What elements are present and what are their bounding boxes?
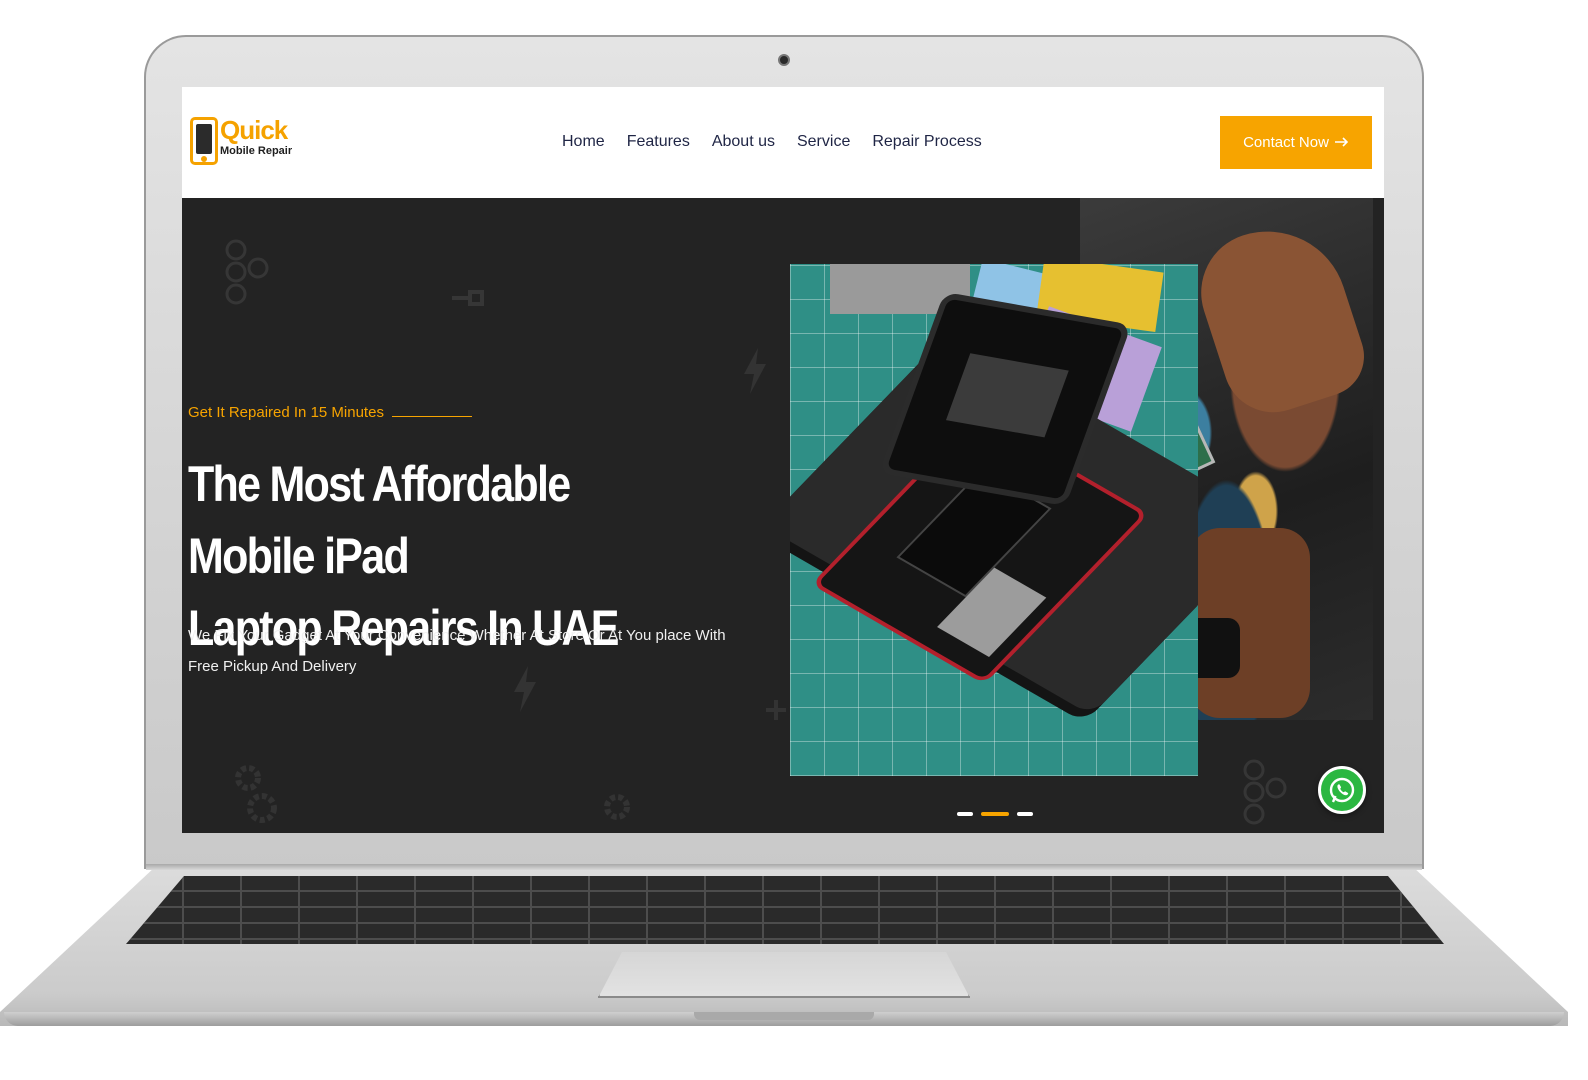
- brand-tagline: Mobile Repair: [220, 145, 293, 157]
- hero-title-line-1: The Most Affordable Mobile iPad: [188, 456, 571, 584]
- whatsapp-icon: [1329, 777, 1355, 803]
- hexagon-nut-icon: [1243, 759, 1287, 825]
- contact-now-label: Contact Now: [1243, 134, 1329, 151]
- webcam: [778, 54, 790, 66]
- main-nav: Home Features About us Service Repair Pr…: [562, 131, 982, 153]
- hero-eyebrow: Get It Repaired In 15 Minutes: [188, 404, 472, 421]
- slider-dots: [957, 812, 1033, 816]
- hero-section: Get It Repaired In 15 Minutes The Most A…: [182, 198, 1384, 833]
- hexagon-nut-icon: [225, 239, 269, 305]
- trackpad-edge: [598, 996, 970, 998]
- nav-features[interactable]: Features: [627, 131, 690, 153]
- nav-about-us[interactable]: About us: [712, 131, 775, 153]
- brand-name: Quick: [220, 115, 288, 145]
- laptop-trackpad: [598, 952, 970, 998]
- arrow-right-icon: [1334, 134, 1349, 151]
- gear-icon: [604, 794, 630, 820]
- lid-hinge-shadow: [146, 864, 1422, 870]
- wrench-icon: [766, 700, 786, 720]
- laptop-screen: Quick Mobile Repair Home Features About …: [182, 87, 1384, 833]
- lightning-icon: [744, 348, 766, 394]
- iphone-repair-photo: [790, 264, 1198, 776]
- laptop-keys: [126, 876, 1444, 944]
- hero-eyebrow-text: Get It Repaired In 15 Minutes: [188, 404, 384, 421]
- phone-logo-icon: [190, 117, 218, 165]
- contact-now-button[interactable]: Contact Now: [1220, 116, 1372, 169]
- eyebrow-underline: [391, 416, 472, 417]
- whatsapp-button[interactable]: [1318, 766, 1366, 814]
- hero-description: We Fix Your Gadget At Your Convenience W…: [188, 627, 726, 675]
- nav-repair-process[interactable]: Repair Process: [872, 131, 981, 153]
- gears-icon: [235, 765, 277, 823]
- nav-home[interactable]: Home: [562, 131, 605, 153]
- slider-dot-1[interactable]: [957, 812, 973, 816]
- nav-service[interactable]: Service: [797, 131, 850, 153]
- site-header: Quick Mobile Repair Home Features About …: [182, 87, 1384, 198]
- laptop-notch: [694, 1012, 874, 1020]
- slider-dot-3[interactable]: [1017, 812, 1033, 816]
- slider-dot-2[interactable]: [981, 812, 1009, 816]
- brand-logo[interactable]: Quick Mobile Repair: [188, 115, 292, 171]
- screwdriver-icon: [452, 290, 484, 306]
